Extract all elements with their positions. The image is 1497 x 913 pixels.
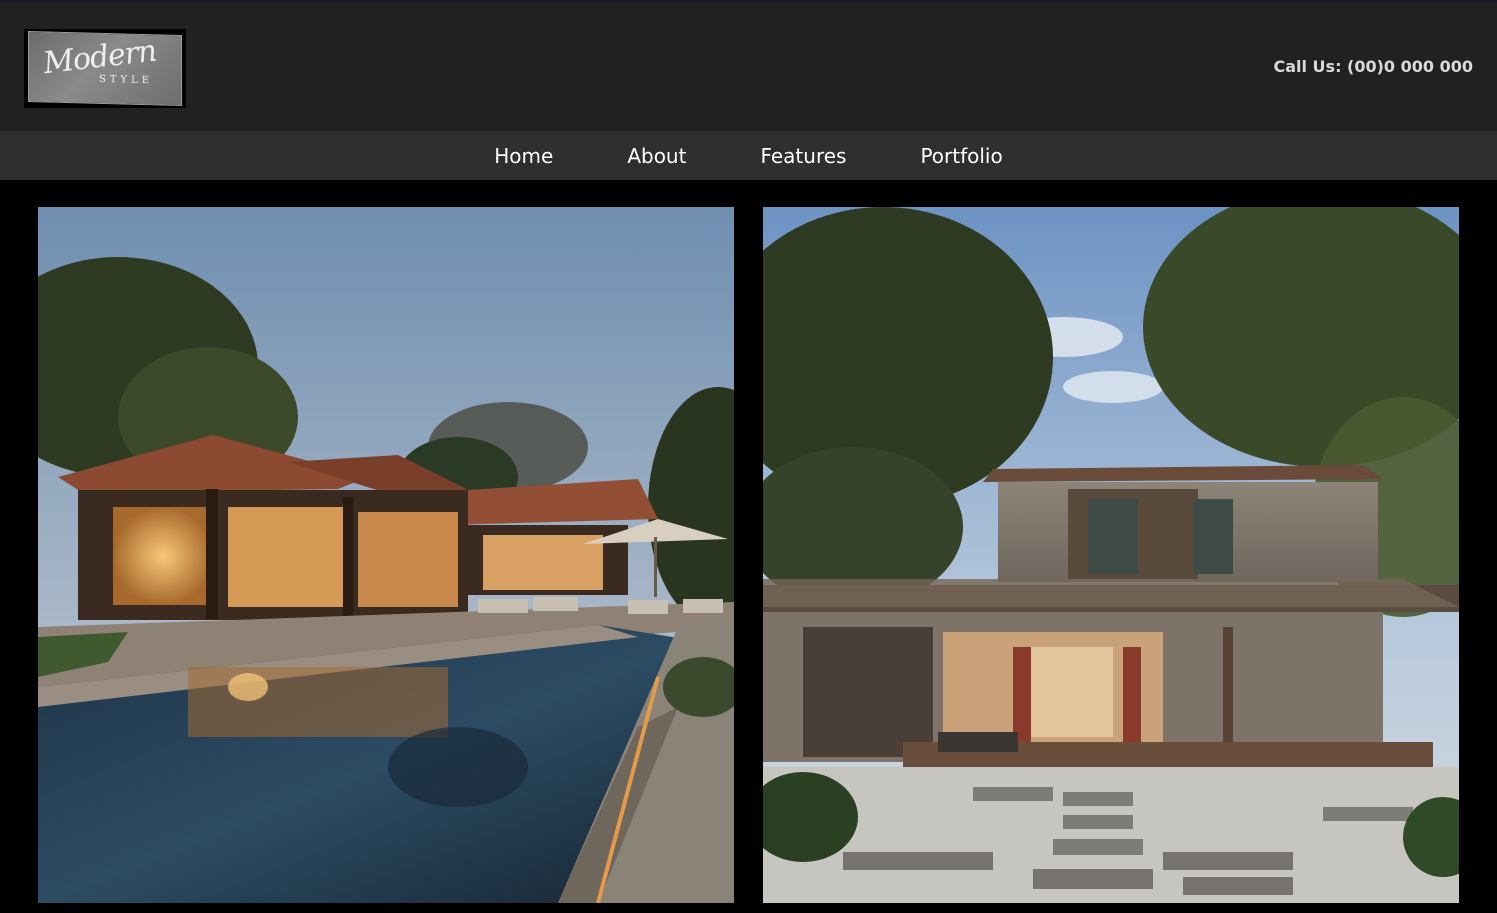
nav-home-link[interactable]: Home: [494, 144, 553, 168]
logo-sub-text: STYLE: [99, 73, 154, 87]
gallery: [0, 180, 1497, 913]
logo[interactable]: Modern STYLE: [24, 29, 186, 108]
pool-villa-photo[interactable]: [38, 207, 734, 903]
modern-house-photo[interactable]: [763, 207, 1459, 903]
nav-about-link[interactable]: About: [627, 144, 686, 168]
nav-portfolio-link[interactable]: Portfolio: [920, 144, 1002, 168]
call-us-text: Call Us: (00)0 000 000: [1273, 57, 1473, 76]
main-nav: Home About Features Portfolio: [0, 131, 1497, 180]
site-header: Modern STYLE Call Us: (00)0 000 000: [0, 0, 1497, 131]
logo-badge: Modern STYLE: [28, 30, 182, 107]
nav-features-link[interactable]: Features: [760, 144, 846, 168]
